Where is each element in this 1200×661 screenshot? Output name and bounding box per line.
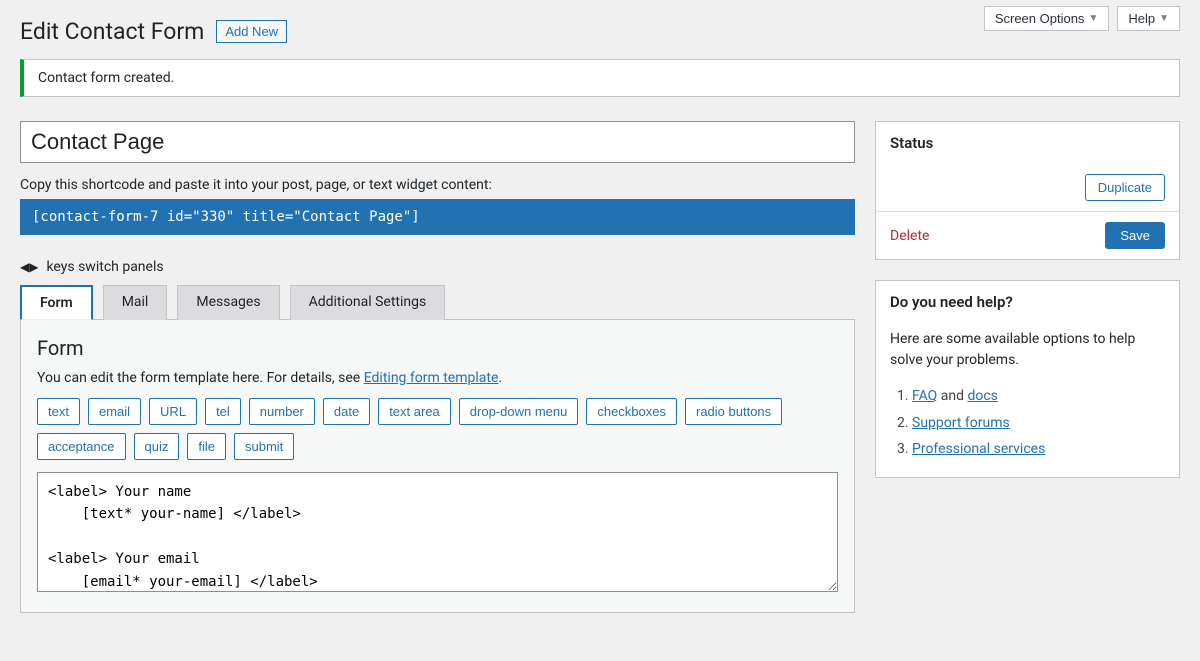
form-panel-heading: Form bbox=[37, 336, 838, 360]
tag-email-button[interactable]: email bbox=[88, 398, 141, 425]
save-button[interactable]: Save bbox=[1105, 222, 1165, 249]
support-forums-link[interactable]: Support forums bbox=[912, 415, 1010, 431]
screen-options-label: Screen Options bbox=[995, 11, 1085, 26]
notice-success: Contact form created. bbox=[20, 59, 1180, 97]
help-box: Do you need help? Here are some availabl… bbox=[875, 280, 1180, 478]
tag-tel-button[interactable]: tel bbox=[205, 398, 241, 425]
help-intro: Here are some available options to help … bbox=[890, 329, 1165, 371]
help-label: Help bbox=[1128, 11, 1155, 26]
tag-quiz-button[interactable]: quiz bbox=[134, 433, 180, 460]
delete-link[interactable]: Delete bbox=[890, 228, 929, 244]
tab-additional-settings[interactable]: Additional Settings bbox=[290, 285, 446, 320]
form-panel: Form You can edit the form template here… bbox=[20, 319, 855, 613]
keys-hint-text: keys switch panels bbox=[46, 259, 163, 275]
editing-template-link[interactable]: Editing form template bbox=[364, 370, 499, 386]
faq-link[interactable]: FAQ bbox=[912, 388, 937, 404]
screen-options-button[interactable]: Screen Options ▼ bbox=[984, 6, 1110, 31]
status-heading: Status bbox=[876, 122, 1179, 164]
tab-mail[interactable]: Mail bbox=[103, 285, 168, 320]
tag-file-button[interactable]: file bbox=[187, 433, 226, 460]
form-title-input[interactable] bbox=[20, 121, 855, 163]
tag-acceptance-button[interactable]: acceptance bbox=[37, 433, 126, 460]
tab-form[interactable]: Form bbox=[20, 285, 93, 320]
help-item-professional: Professional services bbox=[912, 436, 1165, 463]
help-list: FAQ and docs Support forums Professional… bbox=[890, 383, 1165, 463]
tag-dropdown-button[interactable]: drop-down menu bbox=[459, 398, 579, 425]
notice-text: Contact form created. bbox=[38, 70, 174, 86]
chevron-down-icon: ▼ bbox=[1088, 13, 1098, 24]
tag-text-button[interactable]: text bbox=[37, 398, 80, 425]
arrows-icon: ◀▶ bbox=[20, 260, 38, 274]
tabs: Form Mail Messages Additional Settings bbox=[20, 285, 855, 320]
tag-checkboxes-button[interactable]: checkboxes bbox=[586, 398, 677, 425]
professional-services-link[interactable]: Professional services bbox=[912, 441, 1045, 457]
page-title: Edit Contact Form bbox=[20, 18, 204, 45]
tag-buttons-row: text email URL tel number date text area… bbox=[37, 398, 838, 460]
help-item-support: Support forums bbox=[912, 410, 1165, 437]
add-new-button[interactable]: Add New bbox=[216, 20, 287, 43]
tag-submit-button[interactable]: submit bbox=[234, 433, 294, 460]
keys-hint: ◀▶ keys switch panels bbox=[20, 259, 855, 275]
tag-date-button[interactable]: date bbox=[323, 398, 370, 425]
tag-textarea-button[interactable]: text area bbox=[378, 398, 451, 425]
docs-link[interactable]: docs bbox=[967, 388, 997, 404]
shortcode-field[interactable] bbox=[20, 199, 855, 235]
help-button[interactable]: Help ▼ bbox=[1117, 6, 1180, 31]
tab-messages[interactable]: Messages bbox=[177, 285, 279, 320]
help-heading: Do you need help? bbox=[876, 281, 1179, 323]
help-item-faq: FAQ and docs bbox=[912, 383, 1165, 410]
duplicate-button[interactable]: Duplicate bbox=[1085, 174, 1165, 201]
tag-radio-button[interactable]: radio buttons bbox=[685, 398, 782, 425]
tag-url-button[interactable]: URL bbox=[149, 398, 197, 425]
form-template-textarea[interactable]: <label> Your name [text* your-name] </la… bbox=[37, 472, 838, 592]
status-box: Status Duplicate Delete Save bbox=[875, 121, 1180, 260]
shortcode-label: Copy this shortcode and paste it into yo… bbox=[20, 177, 855, 193]
chevron-down-icon: ▼ bbox=[1159, 13, 1169, 24]
form-panel-desc: You can edit the form template here. For… bbox=[37, 370, 838, 386]
tag-number-button[interactable]: number bbox=[249, 398, 315, 425]
